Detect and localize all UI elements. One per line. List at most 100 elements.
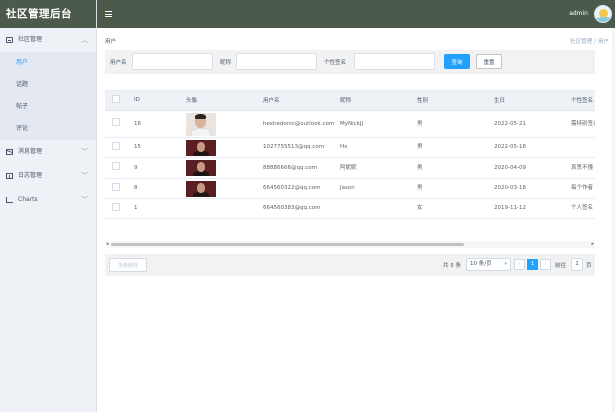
- cell-username: 88886666@qq.com: [260, 157, 337, 179]
- table-row[interactable]: 1 664560383@qq.com 女 2019-11-12 个人签名: [105, 198, 595, 219]
- scroll-left-icon[interactable]: ◂: [106, 241, 109, 248]
- sidebar-group-label: 社区管理: [18, 36, 43, 43]
- table-row[interactable]: 8 664560322@qq.com Jason 男 2020-03-18 每个…: [105, 178, 595, 199]
- cell-gender: 男: [414, 178, 491, 199]
- cell-id: 8: [131, 178, 183, 199]
- user-photo: [186, 139, 216, 156]
- calendar-icon: [6, 173, 13, 179]
- cell-signature: [568, 137, 595, 158]
- next-page-button[interactable]: ›: [540, 259, 551, 270]
- prev-page-button[interactable]: ‹: [514, 259, 525, 270]
- cell-username: 1027755513@qq.com: [260, 137, 337, 158]
- column-header[interactable]: 个性签名: [568, 91, 595, 111]
- page-number[interactable]: 1: [527, 259, 538, 270]
- user-photo: [186, 160, 216, 176]
- chevron-down-icon: ﹀: [81, 148, 88, 156]
- page-title: 用户: [105, 39, 117, 45]
- horizontal-scrollbar[interactable]: ◂ ▸: [105, 241, 595, 248]
- table-header-row: ID 头像 用户名 昵称 性别 生日 个性签名: [105, 91, 595, 111]
- username-label: 用户名: [110, 60, 127, 66]
- nickname-label: 昵称: [220, 60, 232, 66]
- row-checkbox[interactable]: [112, 162, 120, 170]
- cell-birthday: 2022-05-21: [491, 110, 568, 138]
- row-checkbox[interactable]: [112, 182, 120, 191]
- sidebar-item-topics[interactable]: 话题: [0, 74, 96, 96]
- menu-toggle-icon[interactable]: [105, 11, 112, 17]
- cell-nickname: Jason: [337, 178, 414, 199]
- filter-panel: 用户名 昵称 个性签名 查询 重置: [105, 50, 595, 74]
- cell-gender: 男: [414, 137, 491, 158]
- page-size-select[interactable]: 10 条/页 ▾: [466, 258, 511, 271]
- cell-birthday: 2022-05-18: [491, 137, 568, 158]
- sidebar-group-logs[interactable]: 日志管理 ﹀: [0, 164, 96, 188]
- cell-nickname: [337, 198, 414, 219]
- cell-id: 1: [131, 198, 183, 219]
- breadcrumb-item[interactable]: 社区管理: [570, 39, 592, 45]
- cell-signature: 哀思不懂: [568, 157, 595, 179]
- table-row[interactable]: 9 88886666@qq.com 阿妮妮 男 2020-04-09 哀思不懂: [105, 157, 595, 179]
- user-photo: [186, 180, 216, 197]
- top-header: admin: [97, 0, 615, 28]
- row-checkbox[interactable]: [112, 141, 120, 150]
- scroll-right-icon[interactable]: ▸: [591, 241, 594, 248]
- cell-gender: 女: [414, 198, 491, 219]
- sidebar: 社区管理后台 社区管理 ︿ 用户 话题 帖子 评论 消息管理 ﹀ 日志管理 ﹀ …: [0, 0, 97, 412]
- username-input[interactable]: [132, 53, 213, 70]
- sidebar-group-label: Charts: [18, 196, 38, 203]
- sidebar-item-posts[interactable]: 帖子: [0, 96, 96, 118]
- cell-signature: 每个作者: [568, 178, 595, 199]
- nickname-input[interactable]: [236, 53, 317, 70]
- sidebar-group-label: 消息管理: [18, 148, 43, 155]
- avatar[interactable]: [594, 5, 612, 23]
- sidebar-group-label: 日志管理: [18, 172, 43, 179]
- table-footer: 批量删除 共 5 条 10 条/页 ▾ ‹ 1 › 前往 1 页: [105, 254, 595, 276]
- cell-signature: 需特别签名: [568, 110, 595, 138]
- chart-icon: [6, 197, 13, 203]
- column-header[interactable]: 生日: [491, 91, 568, 111]
- column-header[interactable]: 用户名: [260, 91, 337, 111]
- column-header: 头像: [183, 91, 260, 111]
- goto-label: 前往: [555, 263, 567, 269]
- chevron-up-icon: ︿: [81, 36, 88, 44]
- select-all-checkbox[interactable]: [112, 95, 120, 104]
- breadcrumb-row: 用户 社区管理 / 用户: [97, 28, 615, 50]
- column-header[interactable]: 昵称: [337, 91, 414, 111]
- cell-nickname: MyNickJJ: [337, 110, 414, 138]
- cell-gender: 男: [414, 157, 491, 179]
- breadcrumb: 社区管理 / 用户: [570, 39, 609, 45]
- main-content: 用户 社区管理 / 用户 用户名 昵称 个性签名 查询 重置 ID 头像 用户名 昵: [97, 28, 615, 412]
- cell-username: 664560383@qq.com: [260, 198, 337, 219]
- table-row[interactable]: 15 1027755513@qq.com Hx 男 2022-05-18: [105, 137, 595, 158]
- search-button[interactable]: 查询: [444, 54, 470, 69]
- chevron-down-icon: ▾: [504, 261, 507, 267]
- column-header[interactable]: ID: [131, 91, 183, 111]
- sidebar-item-users[interactable]: 用户: [0, 52, 96, 74]
- cell-id: 15: [131, 137, 183, 158]
- cell-id: 16: [131, 110, 183, 138]
- admin-name[interactable]: admin: [569, 0, 588, 28]
- user-photo: [186, 112, 216, 136]
- row-checkbox[interactable]: [112, 118, 120, 126]
- column-header[interactable]: 性别: [414, 91, 491, 111]
- row-checkbox[interactable]: [112, 202, 120, 211]
- cell-birthday: 2020-04-09: [491, 157, 568, 179]
- chevron-down-icon: ﹀: [81, 196, 88, 204]
- reset-button[interactable]: 重置: [476, 54, 502, 69]
- sidebar-item-comments[interactable]: 评论: [0, 118, 96, 140]
- signature-input[interactable]: [354, 53, 435, 70]
- app-title: 社区管理后台: [0, 0, 96, 28]
- signature-label: 个性签名: [324, 60, 347, 66]
- batch-delete-button[interactable]: 批量删除: [109, 258, 147, 272]
- cell-username: 664560322@qq.com: [260, 178, 337, 199]
- mail-icon: [6, 149, 13, 155]
- cell-nickname: 阿妮妮: [337, 157, 414, 179]
- cell-id: 9: [131, 157, 183, 179]
- total-count: 共 5 条: [443, 263, 461, 269]
- sidebar-group-messages[interactable]: 消息管理 ﹀: [0, 140, 96, 164]
- cell-nickname: Hx: [337, 137, 414, 158]
- scrollbar-thumb[interactable]: [111, 243, 464, 246]
- sidebar-group-community-toggle[interactable]: 社区管理 ︿: [0, 28, 96, 52]
- sidebar-group-charts[interactable]: Charts ﹀: [0, 188, 96, 212]
- table-row[interactable]: 16 hexhedonic@outlook.com MyNickJJ 男 202…: [105, 110, 595, 138]
- goto-page-input[interactable]: 1: [571, 258, 583, 271]
